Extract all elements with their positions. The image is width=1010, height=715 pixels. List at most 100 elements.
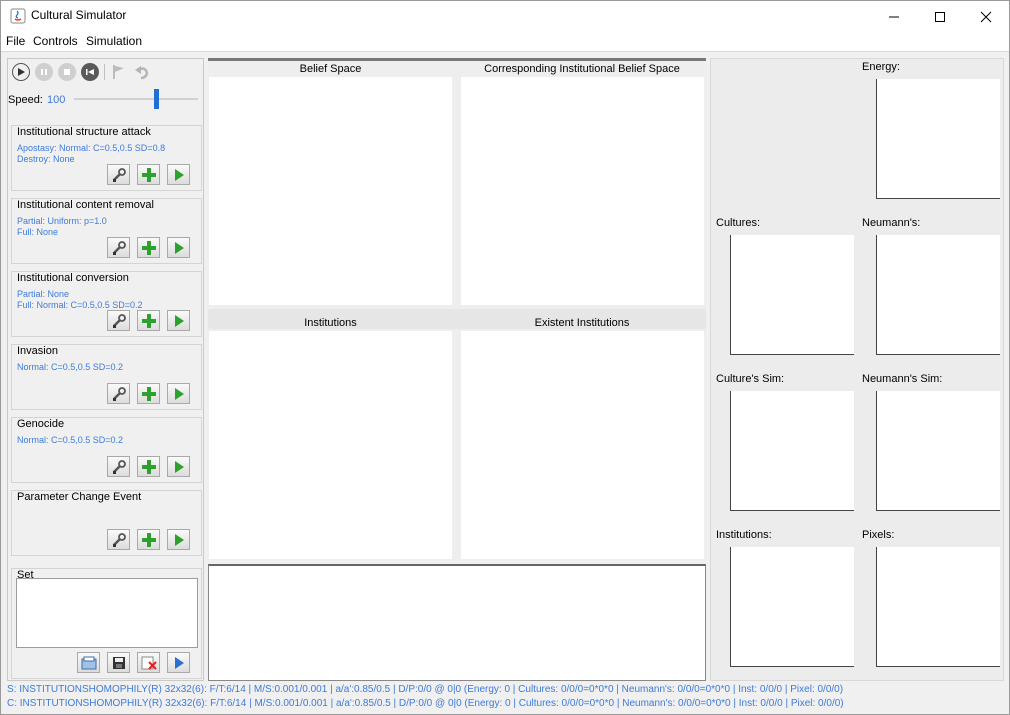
play-icon — [174, 314, 184, 327]
pause-button[interactable] — [35, 63, 53, 81]
window-title: Cultural Simulator — [31, 8, 127, 22]
event-param-line: Full: None — [17, 227, 59, 237]
event-param-line: Partial: Uniform: p=1.0 — [17, 216, 107, 226]
play-button[interactable] — [12, 63, 30, 81]
save-set-button[interactable] — [107, 652, 130, 673]
event-param-line: Partial: None — [17, 289, 70, 299]
menu-file[interactable]: File — [6, 34, 25, 48]
minimize-icon — [889, 16, 899, 17]
speed-slider-thumb[interactable] — [153, 89, 159, 109]
existent-institutions-title: Existent Institutions — [534, 317, 630, 329]
energy-label: Energy: — [862, 61, 900, 73]
institutions-graph-label: Institutions: — [716, 529, 772, 541]
maximize-icon — [935, 11, 945, 22]
belief-space-canvas — [209, 77, 452, 305]
undo-button[interactable] — [133, 63, 151, 81]
institutions-graph — [730, 547, 854, 667]
delete-set-button[interactable] — [137, 652, 160, 673]
close-button[interactable] — [963, 1, 1009, 32]
event-group: Institutional structure attack Apostasy: … — [11, 125, 202, 191]
add-event-button[interactable] — [137, 310, 160, 331]
event-group: Genocide Normal: C=0.5,0.5 SD=0.2 — [11, 417, 202, 483]
run-set-button[interactable] — [167, 652, 190, 673]
neumanns-sim-graph — [876, 391, 1000, 511]
plus-icon — [141, 532, 156, 547]
log-text-area[interactable] — [208, 564, 706, 681]
play-icon — [174, 656, 184, 669]
neumanns-label: Neumann's: — [862, 217, 921, 229]
neumanns-graph — [876, 235, 1000, 355]
event-title: Parameter Change Event — [17, 491, 145, 503]
configure-button[interactable] — [107, 237, 130, 258]
run-event-button[interactable] — [167, 529, 190, 550]
left-control-panel: Speed: 100 Institutional structure attac… — [7, 58, 204, 681]
cultures-graph — [730, 235, 854, 355]
maximize-button[interactable] — [917, 1, 963, 32]
event-group: Invasion Normal: C=0.5,0.5 SD=0.2 — [11, 344, 202, 410]
event-title: Invasion — [17, 345, 61, 357]
delete-icon — [141, 656, 157, 670]
play-icon — [174, 168, 184, 181]
run-event-button[interactable] — [167, 164, 190, 185]
right-graphs-panel: Energy: Cultures: Neumann's: Culture's S… — [710, 58, 1004, 681]
plus-icon — [141, 167, 156, 182]
neumanns-sim-label: Neumann's Sim: — [862, 373, 943, 385]
open-set-button[interactable] — [77, 652, 100, 673]
existent-institutions-canvas — [461, 331, 704, 559]
rewind-button[interactable] — [81, 63, 99, 81]
run-event-button[interactable] — [167, 456, 190, 477]
set-list[interactable] — [16, 578, 198, 648]
event-group: Institutional content removal Partial: Un… — [11, 198, 202, 264]
flag-button[interactable] — [110, 63, 128, 81]
belief-space-title: Belief Space — [299, 63, 362, 75]
wrench-icon — [112, 532, 126, 547]
configure-button[interactable] — [107, 383, 130, 404]
save-icon — [112, 656, 125, 669]
center-visualization-area: Belief Space Corresponding Institutional… — [208, 58, 706, 560]
cultures-sim-graph — [730, 391, 854, 511]
add-event-button[interactable] — [137, 383, 160, 404]
configure-button[interactable] — [107, 456, 130, 477]
configure-button[interactable] — [107, 310, 130, 331]
configure-button[interactable] — [107, 164, 130, 185]
run-event-button[interactable] — [167, 383, 190, 404]
play-icon — [174, 460, 184, 473]
minimize-button[interactable] — [871, 1, 917, 32]
add-event-button[interactable] — [137, 237, 160, 258]
stop-button[interactable] — [58, 63, 76, 81]
cultures-sim-label: Culture's Sim: — [716, 373, 785, 385]
wrench-icon — [112, 386, 126, 401]
play-icon — [18, 68, 25, 76]
pause-icon — [41, 69, 47, 75]
add-event-button[interactable] — [137, 529, 160, 550]
close-icon — [980, 11, 992, 22]
run-event-button[interactable] — [167, 237, 190, 258]
play-icon — [174, 387, 184, 400]
event-param-line: Normal: C=0.5,0.5 SD=0.2 — [17, 435, 124, 445]
title-bar: Cultural Simulator — [1, 1, 1009, 32]
wrench-icon — [112, 313, 126, 328]
speed-slider-track[interactable] — [74, 98, 198, 100]
speed-label: Speed: — [8, 94, 43, 106]
plus-icon — [141, 240, 156, 255]
wrench-icon — [112, 240, 126, 255]
event-title: Institutional conversion — [17, 272, 132, 284]
run-event-button[interactable] — [167, 310, 190, 331]
rewind-icon — [86, 69, 94, 75]
add-event-button[interactable] — [137, 164, 160, 185]
play-icon — [174, 241, 184, 254]
pixels-label: Pixels: — [862, 529, 895, 541]
energy-graph — [876, 79, 1000, 199]
event-title: Genocide — [17, 418, 68, 430]
corresponding-space-canvas — [461, 77, 704, 305]
menu-controls[interactable]: Controls — [33, 34, 78, 48]
menu-simulation[interactable]: Simulation — [86, 34, 142, 48]
institutions-title: Institutions — [304, 317, 357, 329]
add-event-button[interactable] — [137, 456, 160, 477]
corresponding-space-title: Corresponding Institutional Belief Space — [484, 63, 680, 75]
toolbar-divider — [104, 64, 105, 80]
event-group: Parameter Change Event — [11, 490, 202, 556]
institutions-canvas — [209, 331, 452, 559]
plus-icon — [141, 313, 156, 328]
configure-button[interactable] — [107, 529, 130, 550]
